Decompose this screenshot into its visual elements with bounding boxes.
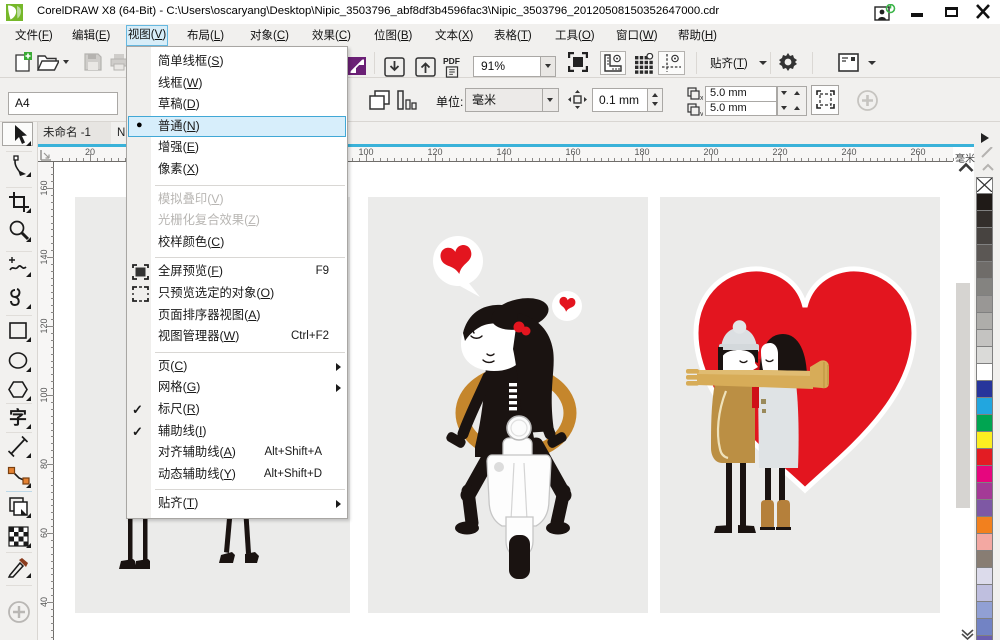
- svg-text:字: 字: [9, 407, 27, 428]
- svg-text:y: y: [700, 111, 703, 116]
- svg-text:x: x: [700, 95, 703, 100]
